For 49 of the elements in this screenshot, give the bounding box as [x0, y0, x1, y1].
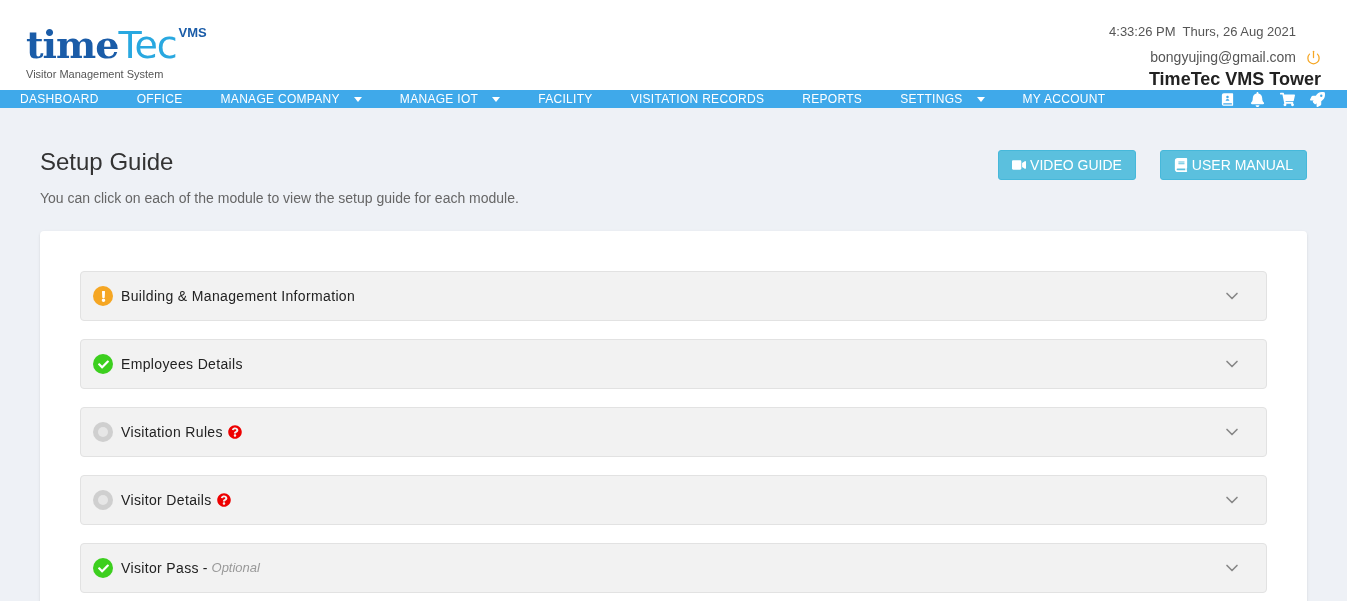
check-icon	[93, 354, 113, 374]
nav-item[interactable]: DASHBOARD	[20, 90, 99, 108]
video-camera-icon	[1012, 158, 1027, 172]
bell-icon[interactable]	[1250, 91, 1265, 107]
contact-card-icon[interactable]	[1220, 91, 1235, 107]
module-title: Employees Details	[121, 354, 243, 374]
caret-icon	[976, 96, 985, 102]
user-manual-button[interactable]: USER MANUAL	[1159, 150, 1307, 180]
nav-item[interactable]: OFFICE	[136, 90, 183, 108]
title-separator: -	[202, 558, 208, 578]
logo-text: Tec	[118, 26, 177, 64]
caret-icon	[492, 96, 501, 102]
cart-icon[interactable]	[1280, 91, 1295, 107]
optional-note: Optional	[211, 559, 260, 578]
nav-item[interactable]: FACILITY	[538, 90, 593, 108]
module-title: Visitation Rules	[121, 422, 223, 442]
module-row[interactable]: Visitor Pass - Optional	[80, 543, 1267, 593]
site-name: TimeTec VMS Tower	[1148, 67, 1321, 90]
pending-icon	[93, 490, 113, 510]
module-title: Visitor Pass	[121, 558, 199, 578]
logo-text: time	[26, 26, 119, 64]
nav-item[interactable]: VISITATION RECORDS	[630, 90, 765, 108]
logo-tagline: Visitor Management System	[26, 67, 165, 82]
nav-item[interactable]: MY ACCOUNT	[1022, 90, 1106, 108]
page-title: Setup Guide	[40, 150, 175, 174]
module-row[interactable]: Building & Management Information	[80, 271, 1267, 321]
power-icon[interactable]	[1306, 49, 1321, 65]
book-icon	[1173, 158, 1188, 172]
warning-icon	[93, 286, 113, 306]
rocket-icon[interactable]	[1310, 91, 1325, 107]
caret-icon	[353, 96, 362, 102]
check-icon	[93, 558, 113, 578]
pending-icon	[93, 422, 113, 442]
nav-item[interactable]: MANAGE COMPANY	[220, 90, 362, 108]
nav-item[interactable]: SETTINGS	[900, 90, 985, 108]
help-icon[interactable]	[227, 425, 242, 439]
user-email: bongyujing@gmail.com	[1150, 47, 1296, 67]
video-guide-button[interactable]: VIDEO GUIDE	[998, 150, 1136, 180]
help-icon[interactable]	[216, 493, 231, 507]
datetime: 4:33:26 PM Thurs, 26 Aug 2021	[1109, 23, 1296, 41]
logo-vms-text: VMS	[178, 26, 207, 39]
nav-item[interactable]: REPORTS	[802, 90, 863, 108]
module-row[interactable]: Visitation Rules	[80, 407, 1267, 457]
module-row[interactable]: Employees Details	[80, 339, 1267, 389]
module-row[interactable]: Visitor Details	[80, 475, 1267, 525]
module-title: Visitor Details	[121, 490, 212, 510]
nav-item[interactable]: MANAGE IOT	[399, 90, 501, 108]
module-title: Building & Management Information	[121, 286, 356, 306]
page-subtitle: You can click on each of the module to view the setup guide for each module.	[40, 189, 519, 208]
